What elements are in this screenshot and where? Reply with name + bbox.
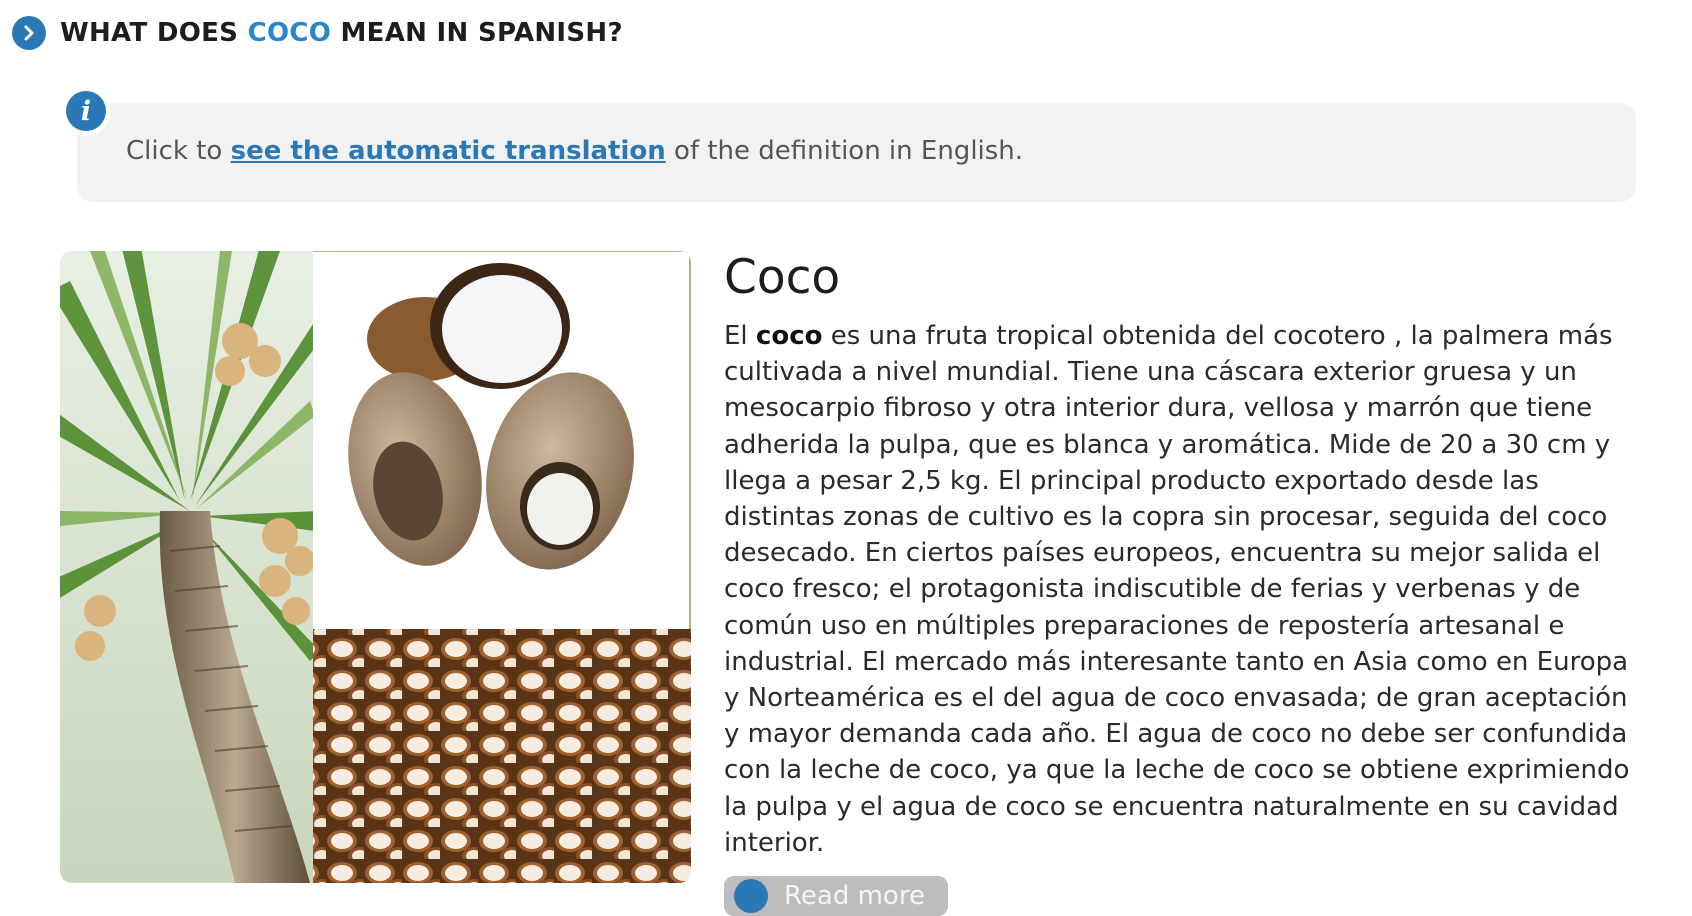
info-icon-wrapper: i	[61, 86, 111, 136]
definition-text: El coco es una fruta tropical obtenida d…	[724, 321, 1630, 858]
section-header: WHAT DOES COCO MEAN IN SPANISH?	[12, 16, 623, 50]
read-more-button[interactable]: Read more	[724, 876, 948, 916]
chevron-right-icon[interactable]	[12, 16, 46, 50]
definition-term: coco	[755, 321, 823, 351]
plus-circle-icon	[734, 879, 768, 913]
highlighted-word: COCO	[247, 18, 332, 48]
coconut-image	[60, 251, 691, 883]
translation-info-text: Click to see the automatic translation o…	[126, 136, 1024, 166]
entry-title: Coco	[724, 250, 841, 305]
info-icon: i	[66, 91, 106, 131]
section-title: WHAT DOES COCO MEAN IN SPANISH?	[60, 18, 623, 48]
read-more-label: Read more	[784, 881, 925, 911]
automatic-translation-link[interactable]: see the automatic translation	[231, 136, 666, 166]
